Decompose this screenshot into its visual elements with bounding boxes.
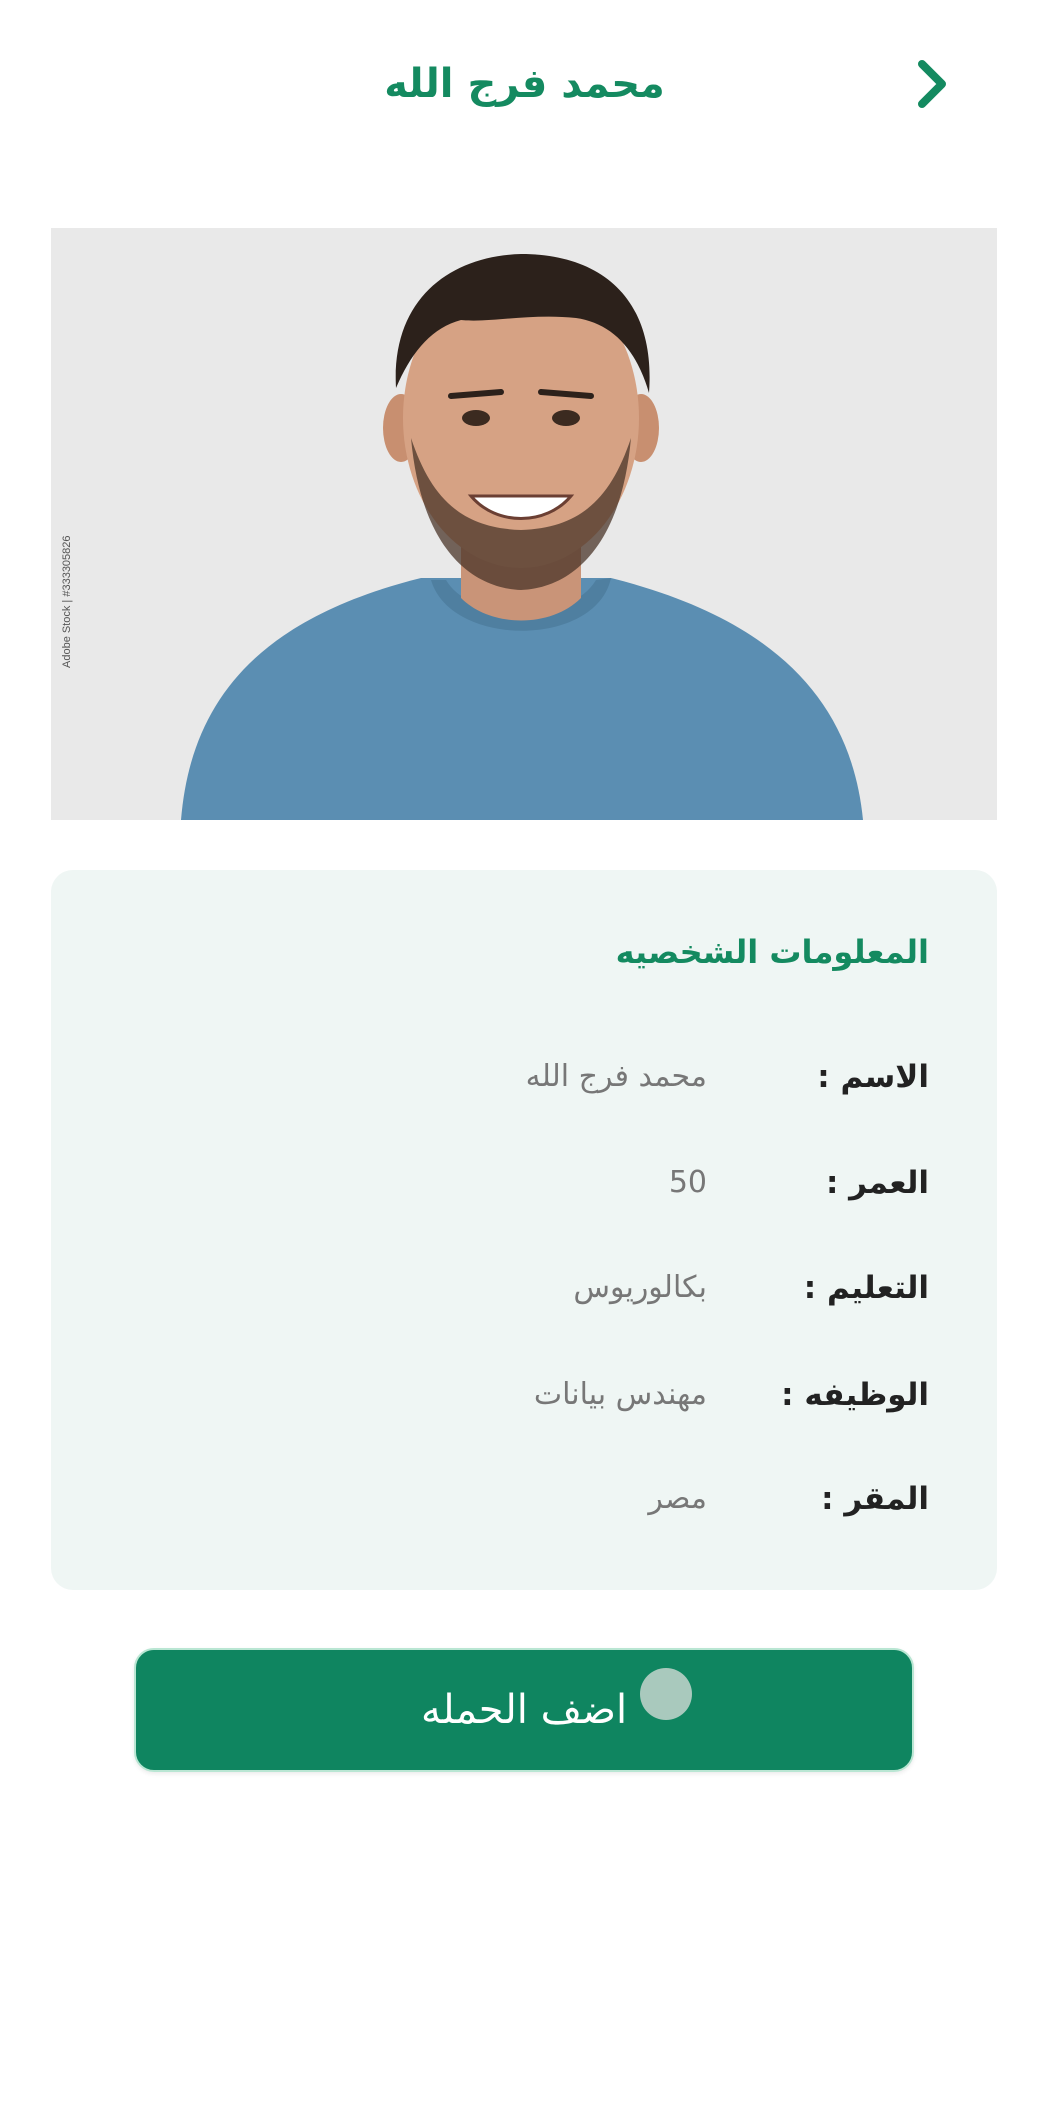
education-value: بكالوريوس bbox=[573, 1270, 707, 1305]
chevron-right-icon bbox=[918, 60, 946, 108]
page-title: محمد فرج الله bbox=[384, 61, 665, 107]
education-label: التعليم : bbox=[803, 1270, 929, 1306]
info-row-name: الاسم : محمد فرج الله bbox=[51, 1052, 997, 1102]
person-photo-illustration bbox=[51, 228, 997, 820]
info-row-job: الوظيفه : مهندس بيانات bbox=[51, 1370, 997, 1420]
job-value: مهندس بيانات bbox=[533, 1377, 707, 1412]
info-row-location: المقر : مصر bbox=[51, 1474, 997, 1524]
app-header: محمد فرج الله bbox=[0, 0, 1049, 170]
info-row-education: التعليم : بكالوريوس bbox=[51, 1263, 997, 1313]
name-value: محمد فرج الله bbox=[525, 1059, 707, 1094]
age-label: العمر : bbox=[825, 1165, 929, 1201]
job-label: الوظيفه : bbox=[781, 1377, 929, 1413]
info-row-age: العمر : 50 bbox=[51, 1158, 997, 1208]
personal-info-card: المعلومات الشخصيه الاسم : محمد فرج الله … bbox=[51, 870, 997, 1590]
profile-photo: Adobe Stock | #333305826 bbox=[51, 228, 997, 820]
location-value: مصر bbox=[648, 1481, 707, 1516]
back-button[interactable] bbox=[896, 48, 968, 120]
touch-indicator bbox=[640, 1668, 692, 1720]
photo-credit: Adobe Stock | #333305826 bbox=[61, 535, 73, 668]
personal-info-title: المعلومات الشخصيه bbox=[615, 933, 929, 971]
name-label: الاسم : bbox=[817, 1059, 929, 1095]
age-value: 50 bbox=[668, 1165, 707, 1200]
add-campaign-button[interactable]: اضف الحمله bbox=[134, 1648, 914, 1772]
location-label: المقر : bbox=[821, 1481, 929, 1517]
